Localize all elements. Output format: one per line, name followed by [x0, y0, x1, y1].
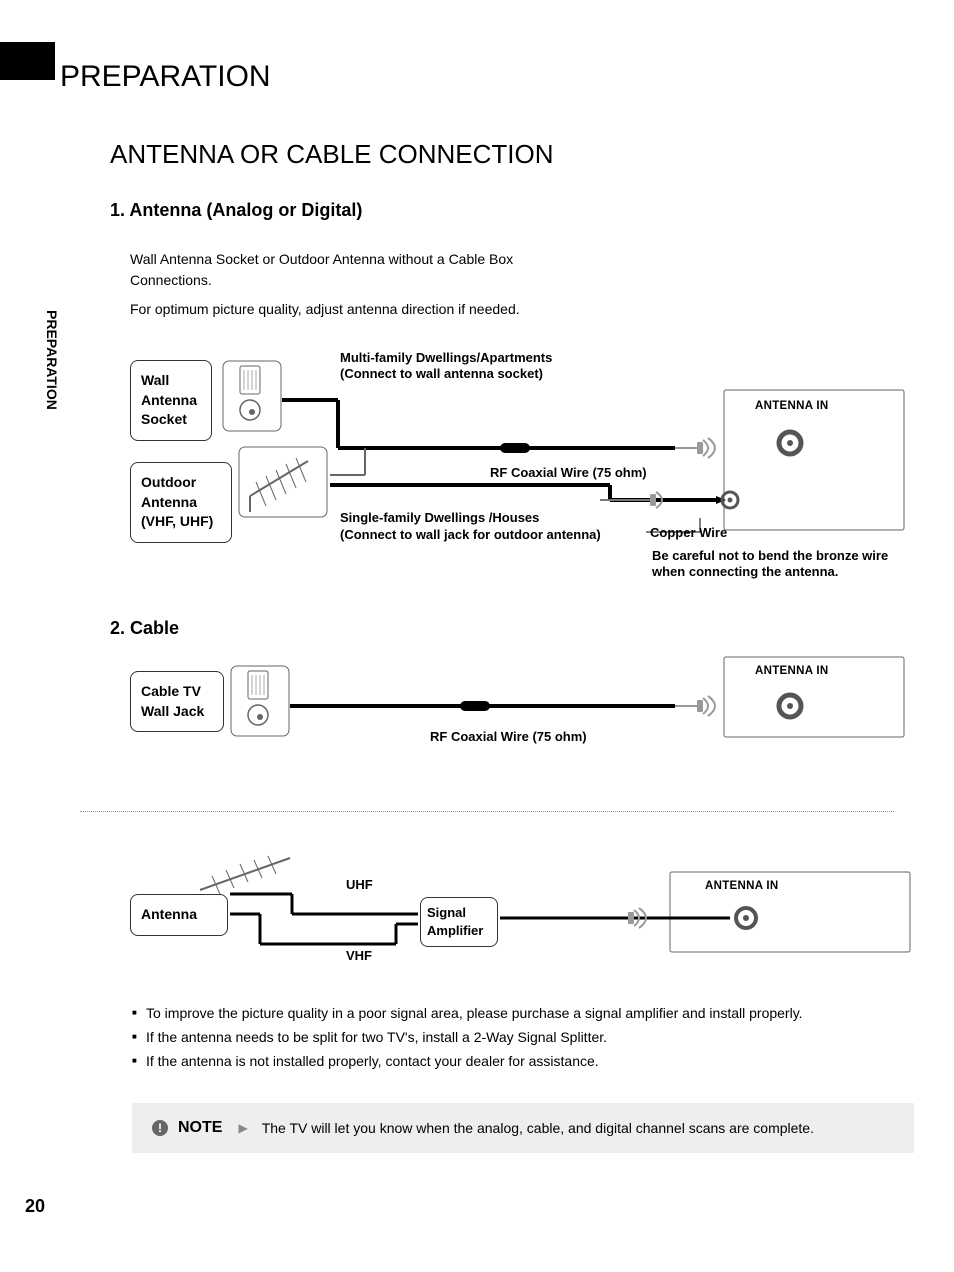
side-label: PREPARATION: [44, 310, 60, 410]
side-tab: [0, 42, 55, 80]
amp-wiring: [130, 852, 910, 972]
page-title: PREPARATION: [60, 60, 914, 94]
amplifier-diagram: Antenna UHF VHF Signal Amplifier: [130, 852, 914, 972]
cable-diagram: Cable TV Wall Jack RF Coaxial Wire (75 o…: [130, 651, 914, 771]
rf-coax-label-1: RF Coaxial Wire (75 ohm): [490, 465, 647, 480]
antenna-in-label-1: ANTENNA IN: [755, 400, 829, 412]
divider: [80, 811, 894, 812]
note-label: NOTE: [178, 1119, 222, 1137]
single-family-1: Single-family Dwellings /Houses: [340, 510, 539, 525]
copper-wire-label: Copper Wire: [650, 525, 727, 540]
tip-2: If the antenna needs to be split for two…: [132, 1026, 914, 1050]
tips-list: To improve the picture quality in a poor…: [132, 1002, 914, 1073]
antenna-body-2: For optimum picture quality, adjust ante…: [130, 299, 914, 320]
note-text: The TV will let you know when the analog…: [262, 1120, 814, 1136]
rf-coax-label-2: RF Coaxial Wire (75 ohm): [430, 729, 587, 744]
info-icon: !: [152, 1120, 168, 1136]
note-box: ! NOTE ▶ The TV will let you know when t…: [132, 1103, 914, 1153]
antenna-in-label-3: ANTENNA IN: [705, 880, 779, 892]
page-number: 20: [25, 1196, 45, 1217]
tip-1: To improve the picture quality in a poor…: [132, 1002, 914, 1026]
antenna-body-1: Wall Antenna Socket or Outdoor Antenna w…: [130, 249, 560, 291]
antenna-heading: 1. Antenna (Analog or Digital): [110, 200, 914, 221]
section-title: ANTENNA OR CABLE CONNECTION: [110, 139, 914, 170]
bend-warning-1: Be careful not to bend the bronze wire: [652, 548, 888, 563]
tip-3: If the antenna is not installed properly…: [132, 1050, 914, 1074]
single-family-2: (Connect to wall jack for outdoor antenn…: [340, 527, 601, 542]
cable-heading: 2. Cable: [110, 618, 914, 639]
antenna-in-label-2: ANTENNA IN: [755, 665, 829, 677]
triangle-icon: ▶: [238, 1121, 247, 1135]
bend-warning-2: when connecting the antenna.: [652, 564, 838, 579]
antenna-diagram: Wall Antenna Socket Outdoor Antenna (VHF…: [130, 350, 914, 600]
